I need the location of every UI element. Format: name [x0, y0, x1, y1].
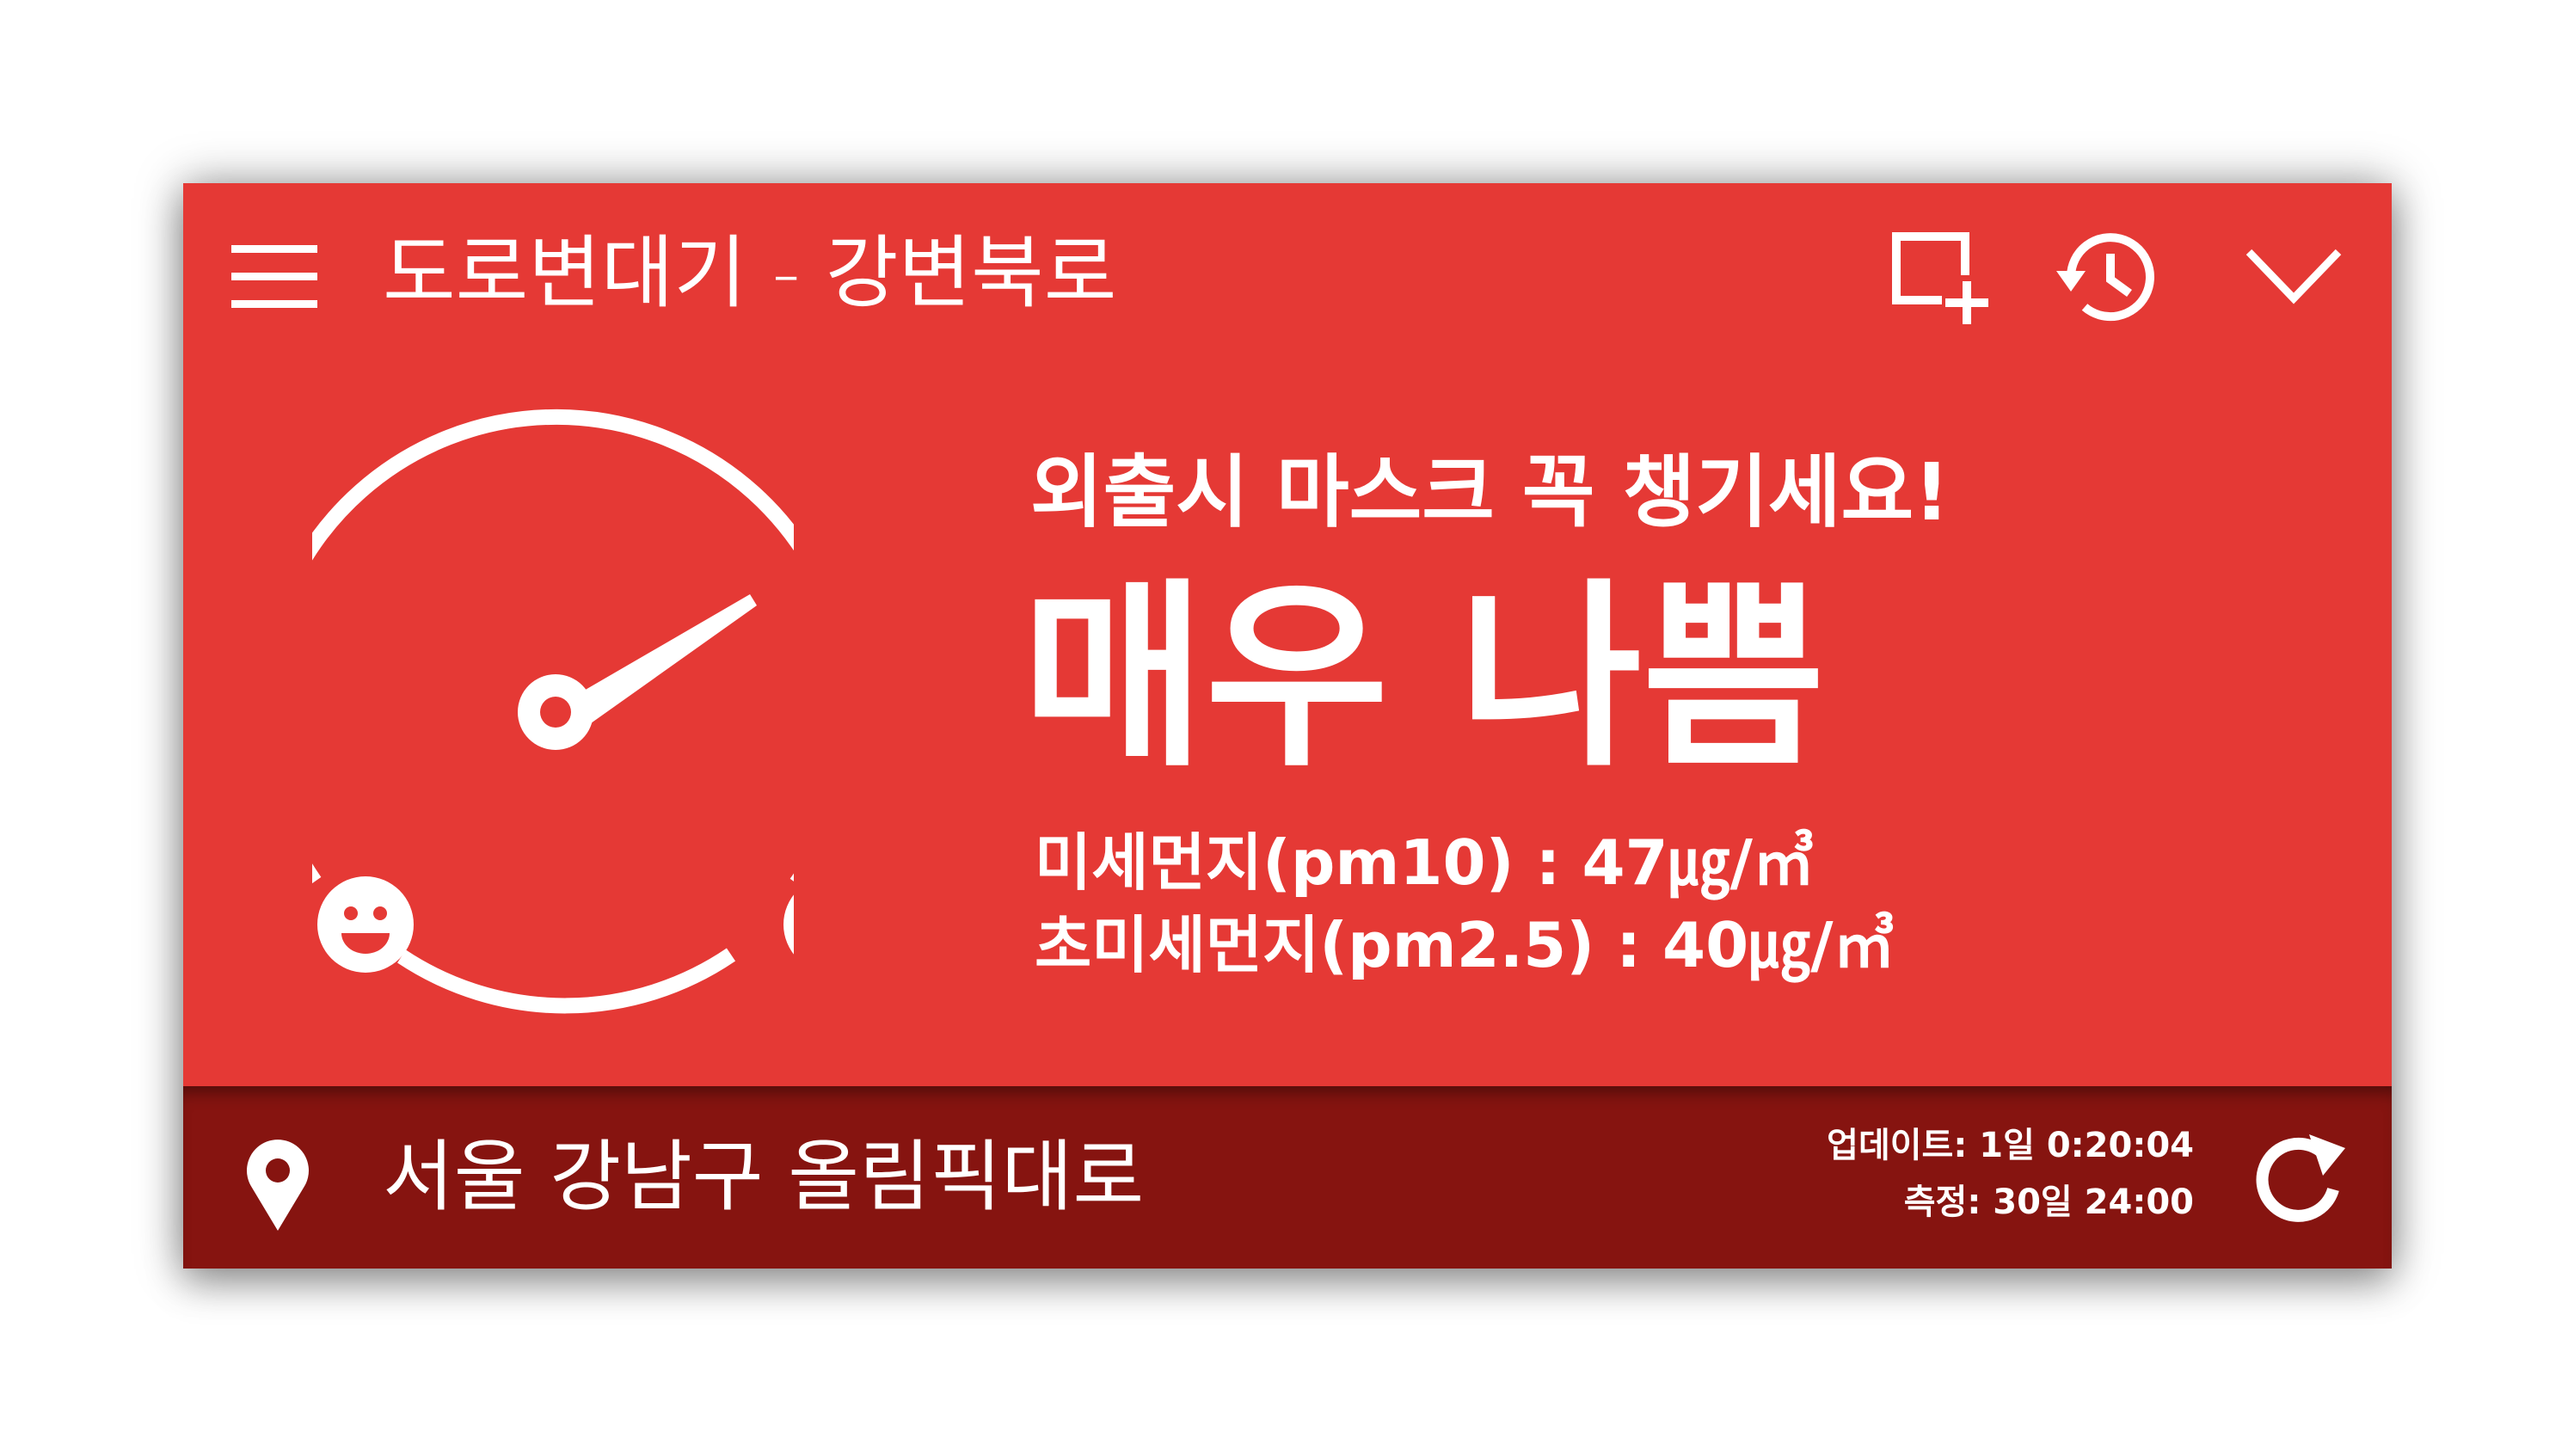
- collapse-button[interactable]: [2239, 228, 2350, 331]
- pm25-reading: 초미세먼지(pm2.5) : 40㎍/㎥: [1035, 909, 1895, 981]
- location-name: 서울 강남구 올림픽대로: [383, 1132, 1145, 1222]
- gauge-needle: [518, 594, 757, 750]
- chevron-down-icon: [2245, 249, 2342, 304]
- refresh-icon: [2256, 1134, 2345, 1222]
- gauge-arc-top: [253, 409, 859, 888]
- menu-button[interactable]: [231, 237, 317, 319]
- location-bar: 서울 강남구 올림픽대로 업데이트: 1일 0:20:04 측정: 30일 24…: [183, 1086, 2392, 1269]
- add-widget-icon: [1892, 232, 1988, 324]
- history-button[interactable]: [2054, 228, 2166, 331]
- add-widget-button[interactable]: [1886, 228, 1998, 331]
- menu-icon-bar: [231, 273, 317, 280]
- air-quality-gauge: [253, 390, 880, 1043]
- menu-icon-bar: [231, 245, 317, 253]
- air-quality-widget: 도로변대기 - 강변북로 외출시 마스크 꼭 챙기세요! 매우 나쁨 미세먼지(…: [183, 183, 2392, 1269]
- status-panel: 도로변대기 - 강변북로 외출시 마스크 꼭 챙기세요! 매우 나쁨 미세먼지(…: [183, 183, 2392, 1086]
- station-title: 도로변대기 - 강변북로: [383, 227, 1117, 319]
- location-pin-icon: [243, 1138, 312, 1232]
- gauge-svg: [253, 409, 880, 1014]
- advice-message: 외출시 마스크 꼭 챙기세요!: [1030, 446, 1951, 538]
- refresh-button[interactable]: [2247, 1126, 2354, 1232]
- dizzy-face-icon: [783, 876, 880, 973]
- measured-time: 측정: 30일 24:00: [1903, 1183, 2194, 1222]
- pm10-reading: 미세먼지(pm10) : 47㎍/㎥: [1035, 826, 1815, 899]
- history-icon: [2056, 233, 2154, 322]
- air-quality-grade: 매우 나쁨: [1022, 562, 1826, 794]
- gauge-arc-bottom: [397, 948, 736, 1014]
- updated-time: 업데이트: 1일 0:20:04: [1827, 1126, 2194, 1165]
- happy-face-icon: [317, 876, 414, 973]
- menu-icon-bar: [231, 300, 317, 308]
